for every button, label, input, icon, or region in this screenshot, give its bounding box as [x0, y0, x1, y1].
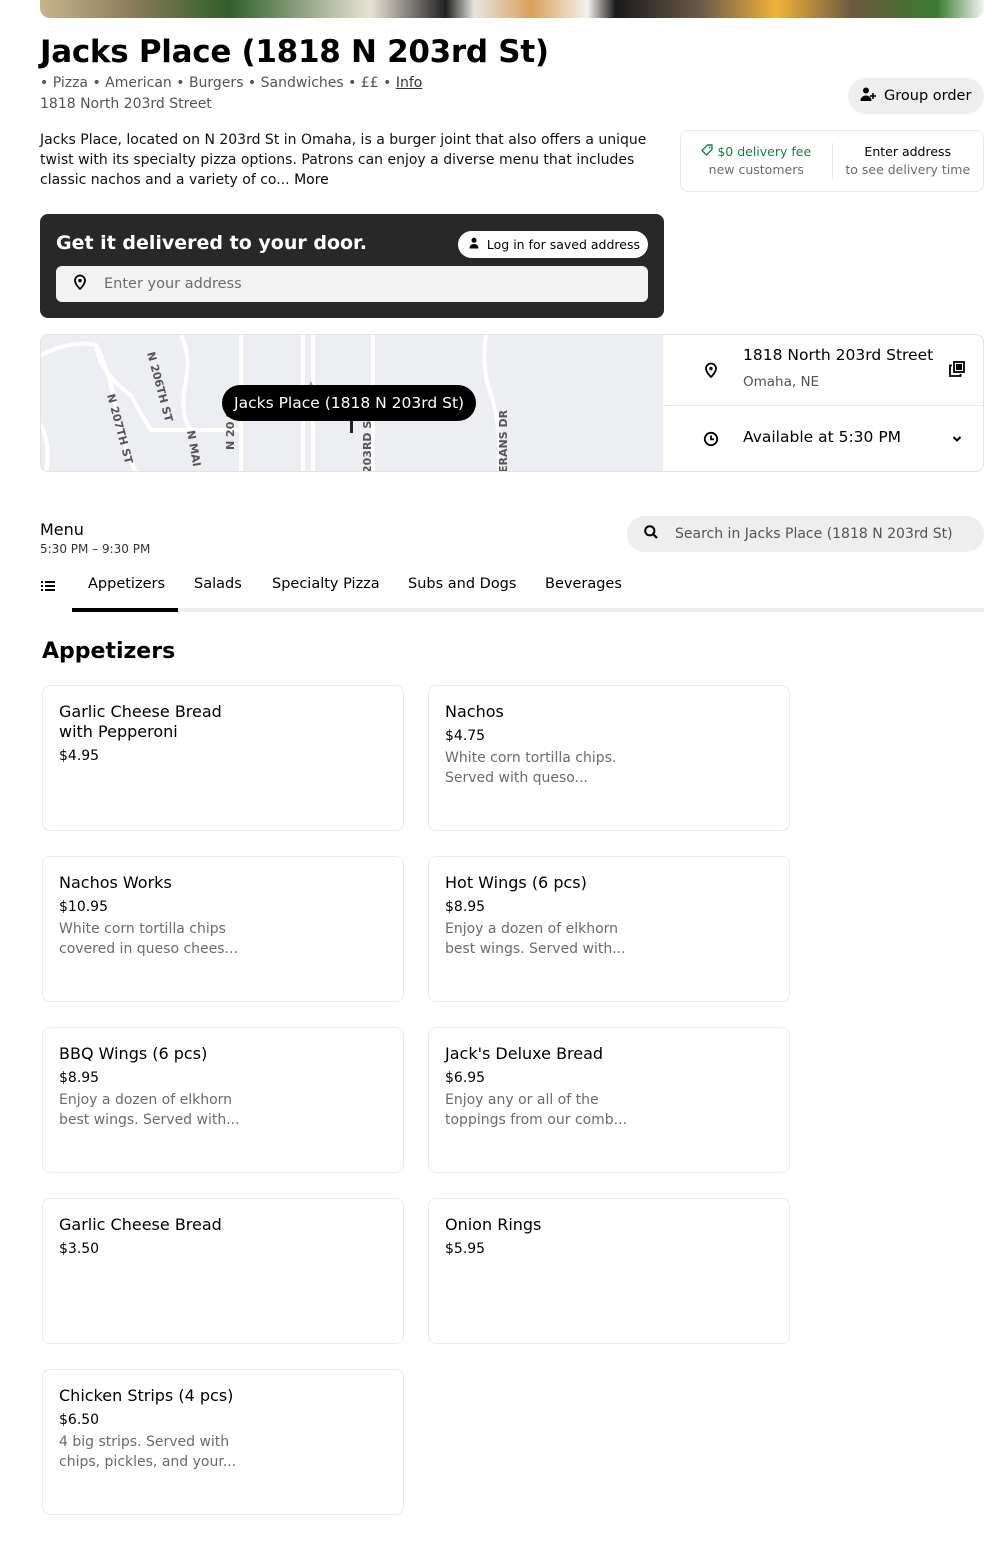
info-link[interactable]: Info — [396, 75, 423, 91]
item-price: $8.95 — [59, 1070, 100, 1086]
item-price: $6.95 — [445, 1070, 486, 1086]
tab-appetizers[interactable]: Appetizers — [88, 576, 165, 592]
tabs-divider — [72, 608, 984, 612]
map-street-label: 203RD S — [361, 421, 374, 472]
location-city: Omaha, NE — [743, 374, 820, 390]
group-order-label: Group order — [884, 88, 972, 104]
map-street-label: ERANS DR — [497, 409, 510, 472]
menu-item-card[interactable]: Nachos Works $10.95 White corn tortilla … — [42, 856, 404, 1002]
item-description: White corn tortilla chips covered in que… — [59, 921, 238, 957]
tab-beverages[interactable]: Beverages — [545, 576, 622, 592]
menu-search[interactable] — [627, 516, 984, 552]
clock-icon — [703, 431, 719, 447]
search-input[interactable] — [675, 526, 975, 542]
page-title: Jacks Place (1818 N 203rd St) — [40, 34, 549, 70]
map-pin-label[interactable]: Jacks Place (1818 N 203rd St) — [222, 385, 477, 421]
menu-hours: 5:30 PM – 9:30 PM — [40, 542, 151, 556]
location-pin-icon — [703, 362, 719, 378]
delivery-time-sub: to see delivery time — [845, 162, 971, 177]
item-name: Garlic Cheese Bread — [59, 1215, 222, 1234]
delivery-panel: Get it delivered to your door. Log in fo… — [40, 214, 664, 318]
person-add-icon — [860, 86, 876, 106]
login-saved-address-button[interactable]: Log in for saved address — [457, 231, 648, 258]
copy-icon[interactable] — [949, 361, 965, 377]
menu-item-card[interactable]: BBQ Wings (6 pcs) $8.95 Enjoy a dozen of… — [42, 1027, 404, 1173]
menu-item-card[interactable]: Garlic Cheese Bread $3.50 — [42, 1198, 404, 1344]
map[interactable]: N 206TH ST N 207TH ST N MAI N 20 ST 203R… — [41, 335, 663, 472]
item-description: 4 big strips. Served with chips, pickles… — [59, 1434, 237, 1470]
login-label: Log in for saved address — [486, 237, 640, 252]
address-field[interactable] — [56, 266, 648, 302]
hero-image — [40, 0, 984, 18]
delivery-time: Enter address — [864, 144, 952, 159]
tag-list: • Pizza • American • Burgers • Sandwiche… — [40, 75, 396, 91]
item-price: $4.75 — [445, 728, 486, 744]
menu-item-card[interactable]: Onion Rings $5.95 — [428, 1198, 790, 1344]
item-description: Enjoy a dozen of elkhorn best wings. Ser… — [59, 1092, 240, 1128]
item-price: $5.95 — [445, 1241, 486, 1257]
delivery-fee-info: $0 delivery fee new customers — [681, 131, 832, 191]
search-icon — [643, 524, 659, 544]
item-name: Chicken Strips (4 pcs) — [59, 1386, 234, 1405]
location-panel: 1818 North 203rd Street Omaha, NE Availa… — [663, 335, 983, 471]
availability-row[interactable]: Available at 5:30 PM — [663, 406, 983, 471]
map-street-label: N MAI — [184, 429, 203, 467]
item-price: $6.50 — [59, 1412, 100, 1428]
tab-specialty-pizza[interactable]: Specialty Pizza — [272, 576, 380, 592]
item-name: BBQ Wings (6 pcs) — [59, 1044, 208, 1063]
availability-text: Available at 5:30 PM — [743, 428, 902, 446]
delivery-panel-title: Get it delivered to your door. — [56, 232, 367, 254]
person-icon — [468, 237, 480, 252]
chevron-down-icon[interactable] — [951, 433, 963, 445]
item-description: White corn tortilla chips. Served with q… — [445, 750, 617, 786]
group-order-button[interactable]: Group order — [848, 78, 984, 114]
delivery-time-info: Enter address to see delivery time — [831, 143, 984, 179]
menu-tabs: Appetizers Salads Specialty Pizza Subs a… — [40, 568, 984, 614]
location-card: N 206TH ST N 207TH ST N MAI N 20 ST 203R… — [40, 334, 984, 472]
menu-item-card[interactable]: Hot Wings (6 pcs) $8.95 Enjoy a dozen of… — [428, 856, 790, 1002]
item-name: Garlic Cheese Bread with Pepperoni — [59, 702, 222, 741]
menu-item-card[interactable]: Chicken Strips (4 pcs) $6.50 4 big strip… — [42, 1369, 404, 1515]
item-name: Nachos — [445, 702, 504, 721]
item-name: Hot Wings (6 pcs) — [445, 873, 587, 892]
map-street-label: N 207TH ST — [104, 392, 135, 465]
active-tab-indicator — [72, 608, 178, 612]
item-name: Onion Rings — [445, 1215, 542, 1234]
delivery-fee-sub: new customers — [708, 162, 804, 177]
item-price: $4.95 — [59, 748, 100, 764]
item-name: Nachos Works — [59, 873, 172, 892]
tab-subs-and-dogs[interactable]: Subs and Dogs — [408, 576, 516, 592]
description-text: Jacks Place, located on N 203rd St in Om… — [40, 132, 647, 188]
tab-salads[interactable]: Salads — [194, 576, 242, 592]
delivery-info-box: $0 delivery fee new customers Enter addr… — [680, 130, 984, 192]
list-icon[interactable] — [40, 578, 56, 598]
item-price: $3.50 — [59, 1241, 100, 1257]
item-name: Jack's Deluxe Bread — [445, 1044, 604, 1063]
location-address: 1818 North 203rd Street — [743, 346, 934, 364]
menu-item-card[interactable]: Garlic Cheese Bread with Pepperoni $4.95 — [42, 685, 404, 831]
menu-item-card[interactable]: Nachos $4.75 White corn tortilla chips. … — [428, 685, 790, 831]
address-row: 1818 North 203rd Street Omaha, NE — [663, 335, 983, 406]
item-description: Enjoy any or all of the toppings from ou… — [445, 1092, 628, 1128]
restaurant-tags: • Pizza • American • Burgers • Sandwiche… — [40, 75, 422, 91]
menu-label: Menu — [40, 520, 84, 539]
delivery-fee: $0 delivery fee — [701, 143, 811, 161]
menu-item-card[interactable]: Jack's Deluxe Bread $6.95 Enjoy any or a… — [428, 1027, 790, 1173]
item-description: Enjoy a dozen of elkhorn best wings. Ser… — [445, 921, 626, 957]
location-pin-icon — [72, 274, 88, 294]
section-title: Appetizers — [42, 639, 176, 664]
item-price: $10.95 — [59, 899, 108, 915]
map-street-label: N 206TH ST — [144, 350, 175, 423]
address-input[interactable] — [104, 276, 604, 292]
tag-icon — [701, 143, 714, 161]
more-link[interactable]: More — [294, 172, 329, 188]
item-price: $8.95 — [445, 899, 486, 915]
restaurant-street: 1818 North 203rd Street — [40, 96, 212, 112]
delivery-fee-text: $0 delivery fee — [717, 144, 812, 159]
restaurant-description: Jacks Place, located on N 203rd St in Om… — [40, 130, 665, 190]
